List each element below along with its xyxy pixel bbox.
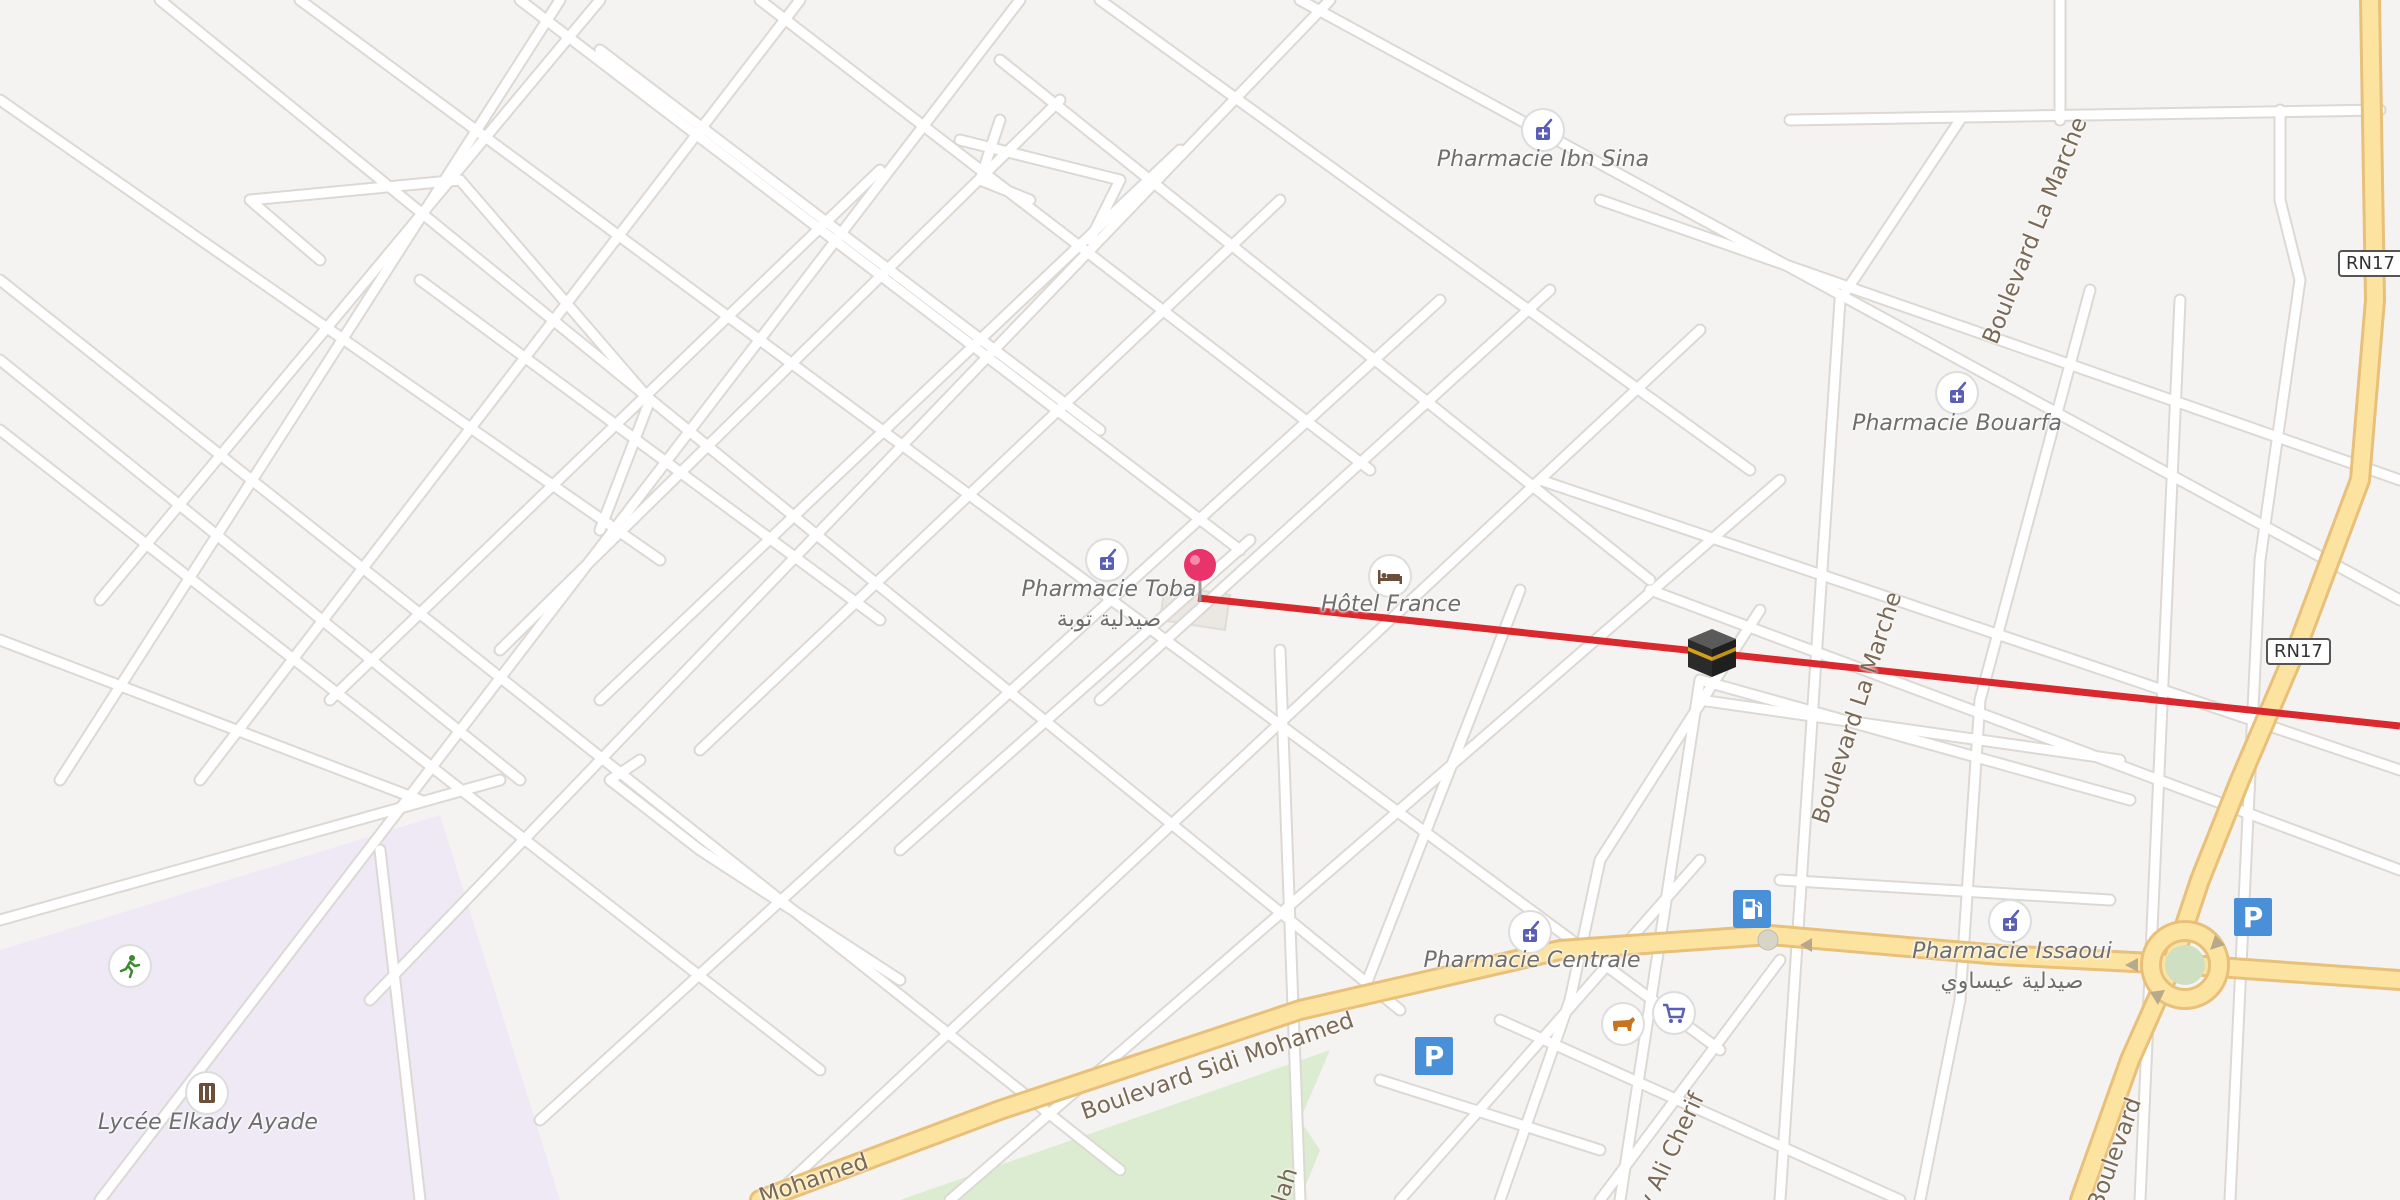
shopping-cart-icon[interactable]	[1654, 993, 1694, 1033]
poi-label-pharmacie-ibn-sina[interactable]: Pharmacie Ibn Sina	[1437, 145, 1649, 175]
poi-label-pharmacie-toba-latin: Pharmacie Toba	[1021, 577, 1197, 602]
poi-label-lycee-elkady-ayade[interactable]: Lycée Elkady Ayade	[98, 1108, 318, 1138]
map-canvas[interactable]: Boulevard La Marche Boulevard La Marche …	[0, 0, 2400, 1200]
road-shield-rn17-top: RN17	[2338, 250, 2400, 277]
location-pin-icon[interactable]	[1180, 546, 1220, 606]
parking-icon[interactable]: P	[2234, 898, 2272, 936]
pharmacy-icon[interactable]	[1937, 373, 1977, 413]
road-shield-rn17-mid: RN17	[2266, 638, 2331, 665]
parking-icon[interactable]: P	[1415, 1037, 1453, 1075]
poi-label-pharmacie-issaoui-arabic: صيدلية عيساوي	[1940, 969, 2084, 994]
poi-label-pharmacie-toba[interactable]: Pharmacie Toba صيدلية توبة	[1021, 575, 1196, 635]
school-grounds-area	[0, 815, 560, 1200]
poi-label-hotel-france[interactable]: Hôtel France	[1321, 590, 1461, 620]
poi-label-pharmacie-bouarfa[interactable]: Pharmacie Bouarfa	[1852, 409, 2062, 439]
poi-label-pharmacie-centrale[interactable]: Pharmacie Centrale	[1423, 946, 1640, 976]
pharmacy-icon[interactable]	[1087, 540, 1127, 580]
butcher-cow-icon[interactable]	[1603, 1004, 1643, 1044]
poi-label-pharmacie-issaoui-latin: Pharmacie Issaoui	[1912, 939, 2112, 964]
primary-roads	[749, 0, 2400, 1200]
pharmacy-icon[interactable]	[1990, 901, 2030, 941]
school-icon[interactable]	[187, 1073, 227, 1113]
poi-label-pharmacie-toba-arabic: صيدلية توبة	[1056, 607, 1162, 632]
fuel-station-icon[interactable]	[1733, 890, 1771, 928]
poi-label-pharmacie-issaoui[interactable]: Pharmacie Issaoui صيدلية عيساوي	[1912, 937, 2112, 997]
sports-runner-icon[interactable]	[110, 946, 150, 986]
kaaba-icon[interactable]	[1686, 627, 1738, 679]
pharmacy-icon[interactable]	[1523, 110, 1563, 150]
